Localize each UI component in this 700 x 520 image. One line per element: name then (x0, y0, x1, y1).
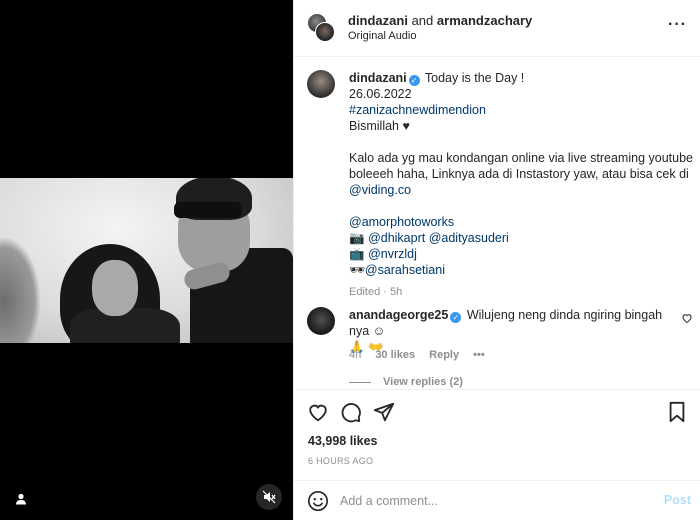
bookmark-icon[interactable] (664, 399, 690, 425)
comment-input[interactable] (340, 491, 640, 511)
video-sunglasses (174, 202, 242, 218)
comments-area[interactable]: dindazani ✓ Today is the Day ! 26.06.2022… (294, 58, 700, 388)
audio-link[interactable]: Original Audio (348, 30, 417, 42)
user-tag-icon[interactable] (11, 489, 31, 509)
post-media[interactable] (0, 0, 293, 520)
more-icon[interactable]: ··· (668, 17, 687, 33)
comment-likes[interactable]: 30 likes (375, 349, 415, 361)
avatar[interactable] (307, 70, 335, 98)
reply-button[interactable]: Reply (429, 349, 459, 361)
post-button[interactable]: Post (664, 493, 691, 507)
comment: anandageorge25 ✓ Wilujeng neng dinda ngir… (349, 307, 669, 355)
divider (349, 381, 371, 383)
header-usernames: dindazani and armandzachary (348, 13, 532, 28)
credit-link[interactable]: @amorphotoworks (349, 214, 694, 230)
header-avatars[interactable] (307, 13, 339, 43)
mute-icon[interactable] (256, 484, 282, 510)
credit-link[interactable]: @dhikaprt (368, 231, 425, 245)
likes-count[interactable]: 43,998 likes (308, 434, 378, 448)
avatar[interactable] (307, 307, 335, 335)
verified-icon: ✓ (408, 75, 420, 86)
caption-hashtag[interactable]: #zanizachnewdimendion (349, 102, 694, 118)
sunglasses-emoji-icon: 🕶 (349, 263, 365, 277)
video-tree (0, 238, 40, 343)
caption-meta: Edited · 5h (349, 286, 403, 298)
emoji-icon: ☺ (372, 324, 386, 338)
view-replies-button[interactable]: View replies (2) (349, 376, 463, 388)
caption-line: Today is the Day ! (424, 71, 525, 85)
credit-link[interactable]: @adityasuderi (429, 231, 509, 245)
comment-username[interactable]: anandageorge25 (349, 308, 448, 322)
add-comment-bar: Post (294, 480, 700, 520)
action-bar (294, 389, 700, 433)
header-user1-link[interactable]: dindazani (348, 13, 408, 28)
heart-icon[interactable] (305, 399, 331, 425)
comment-meta: 4h 30 likes Reply ••• (349, 349, 496, 361)
heart-emoji-icon: ♥ (402, 119, 410, 133)
view-replies-label: View replies (2) (383, 376, 463, 388)
share-icon[interactable] (371, 399, 397, 425)
comment-icon[interactable] (338, 399, 364, 425)
caption-date: 26.06.2022 (349, 87, 412, 101)
caption-paragraph: Kalo ada yg mau kondangan online via liv… (349, 151, 693, 181)
header-joiner: and (411, 13, 434, 28)
caption-line: Bismillah (349, 119, 400, 133)
comment-time: 4h (349, 349, 362, 361)
emoji-icon[interactable] (307, 490, 329, 512)
credit-link[interactable]: @nvrzldj (368, 247, 417, 261)
avatar[interactable] (315, 22, 335, 42)
credit-link[interactable]: @sarahsetiani (365, 263, 445, 277)
post-panel: dindazani and armandzachary Original Aud… (293, 0, 700, 520)
video-person-woman-face (92, 260, 138, 316)
comment-more-icon[interactable]: ••• (473, 349, 485, 361)
video-frame[interactable] (0, 178, 293, 343)
caption-link[interactable]: @viding.co (349, 182, 694, 198)
header-user2-link[interactable]: armandzachary (437, 13, 532, 28)
camera-emoji-icon: 📷 (349, 231, 365, 245)
tv-emoji-icon: 📺 (349, 247, 365, 261)
heart-icon[interactable] (681, 312, 693, 324)
caption-username[interactable]: dindazani (349, 71, 407, 85)
verified-icon: ✓ (450, 312, 462, 323)
post-timestamp[interactable]: 6 HOURS AGO (308, 456, 373, 466)
caption: dindazani ✓ Today is the Day ! 26.06.2022… (349, 70, 694, 300)
post-header: dindazani and armandzachary Original Aud… (294, 0, 700, 57)
